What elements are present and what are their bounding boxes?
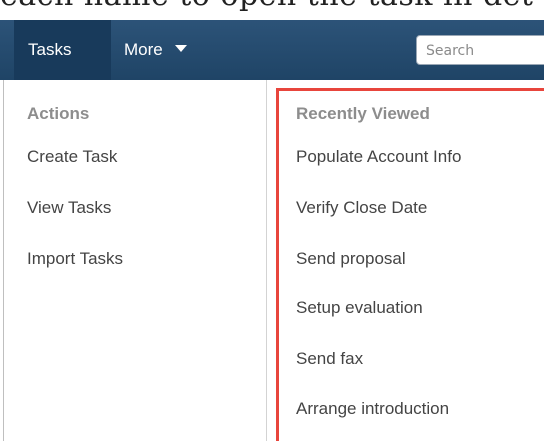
chevron-down-icon <box>174 45 187 52</box>
search-input[interactable]: Search <box>416 35 544 65</box>
caption-text: each name to open the task in det <box>0 0 533 13</box>
create-task-link[interactable]: Create Task <box>27 147 117 167</box>
tab-more[interactable]: More <box>124 40 187 60</box>
tab-tasks-label: Tasks <box>28 40 72 59</box>
actions-heading: Actions <box>27 104 90 123</box>
top-navbar: Tasks More Search <box>0 20 544 80</box>
tab-more-label: More <box>124 40 163 59</box>
instruction-caption: each name to open the task in det <box>0 0 544 20</box>
tab-tasks[interactable]: Tasks <box>14 20 111 80</box>
view-tasks-link[interactable]: View Tasks <box>27 198 111 218</box>
import-tasks-link[interactable]: Import Tasks <box>27 249 123 269</box>
column-divider <box>266 80 267 441</box>
recently-viewed-highlight-box <box>276 88 544 441</box>
search-placeholder: Search <box>426 43 475 59</box>
